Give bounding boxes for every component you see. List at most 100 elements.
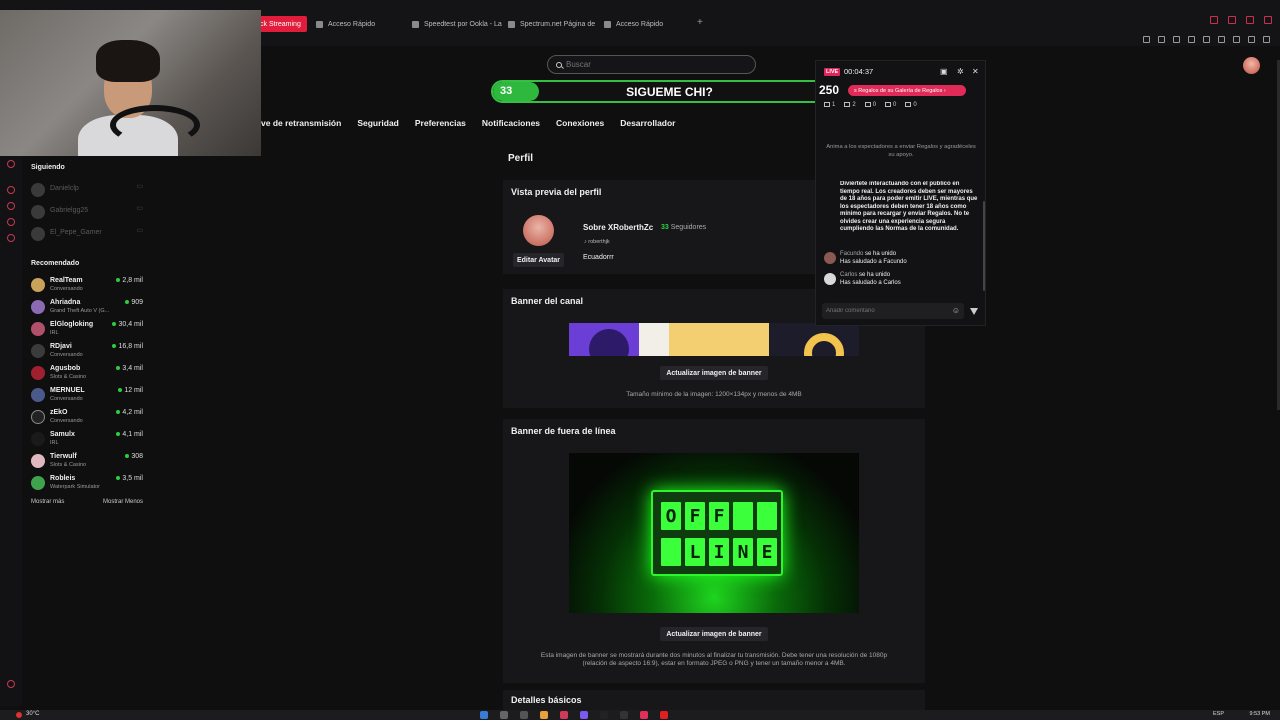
comment-box[interactable]: ☺ bbox=[822, 303, 964, 319]
settings-icon[interactable] bbox=[7, 234, 15, 242]
avatar bbox=[824, 252, 836, 264]
menu-icon[interactable] bbox=[1263, 36, 1270, 43]
list-item[interactable]: Samulx IRL 4,1 mil bbox=[31, 430, 143, 452]
play-icon[interactable] bbox=[1188, 36, 1195, 43]
tab-stream-key[interactable]: ve de retransmisión bbox=[261, 118, 341, 130]
new-tab-button[interactable]: + bbox=[697, 17, 703, 28]
settings-tabs: ve de retransmisión Seguridad Preferenci… bbox=[261, 118, 676, 130]
search-icon[interactable] bbox=[1210, 16, 1218, 24]
tab-streaming[interactable]: ck Streaming bbox=[254, 16, 307, 32]
search-input[interactable] bbox=[566, 60, 736, 69]
live-dot-icon bbox=[116, 476, 121, 481]
chat-scrollbar[interactable] bbox=[983, 201, 985, 291]
update-offline-banner-button[interactable]: Actualizar imagen de banner bbox=[660, 627, 768, 641]
tab-security[interactable]: Seguridad bbox=[357, 118, 399, 130]
list-item[interactable]: zEkO Conversando 4,2 mil bbox=[31, 408, 143, 430]
goal-target-overlay: 250 bbox=[819, 83, 840, 97]
search-icon[interactable] bbox=[500, 711, 508, 719]
emoji-icon[interactable]: ☺ bbox=[952, 306, 960, 315]
users-icon bbox=[824, 102, 830, 107]
user-avatar[interactable] bbox=[1243, 57, 1260, 74]
avatar bbox=[31, 300, 45, 314]
avatar bbox=[31, 227, 45, 241]
extensions-icon[interactable] bbox=[7, 202, 15, 210]
update-banner-button[interactable]: Actualizar imagen de banner bbox=[660, 366, 768, 380]
language-indicator[interactable]: ESP bbox=[1213, 711, 1224, 717]
stat-likes: 0 bbox=[905, 102, 917, 108]
tab-connections[interactable]: Conexiones bbox=[556, 118, 604, 130]
share-icon[interactable] bbox=[1248, 36, 1255, 43]
tab-icon[interactable] bbox=[1158, 36, 1165, 43]
history-icon[interactable] bbox=[7, 186, 15, 194]
webcam-overlay bbox=[0, 10, 261, 156]
stat-viewers: 1 bbox=[824, 102, 835, 108]
close-icon[interactable]: ✕ bbox=[972, 67, 979, 76]
list-item[interactable]: El_Pepe_Gamer ▭ bbox=[31, 225, 143, 247]
tab-acceso-rapido-2[interactable]: Acceso Rápido bbox=[604, 16, 663, 32]
screenshot-icon[interactable] bbox=[1173, 36, 1180, 43]
list-item[interactable]: Gabrielgg25 ▭ bbox=[31, 203, 143, 225]
tab-acceso-rapido[interactable]: Acceso Rápido bbox=[316, 16, 375, 32]
search-bar[interactable] bbox=[547, 55, 756, 74]
gift-gallery-banner[interactable]: s Regalos de su Galería de Regalos › bbox=[848, 85, 966, 96]
file-explorer-icon[interactable] bbox=[540, 711, 548, 719]
list-item[interactable]: Robleis Waterpark Simulator 3,5 mil bbox=[31, 474, 143, 496]
live-stats: 1 2 0 0 0 bbox=[824, 102, 917, 108]
offline-banner-title: Banner de fuera de línea bbox=[511, 426, 616, 436]
list-item[interactable]: Ahriadna Grand Theft Auto V (G... 909 bbox=[31, 298, 143, 320]
discord-icon[interactable] bbox=[580, 711, 588, 719]
tiktok-icon[interactable] bbox=[600, 711, 608, 719]
wallet-icon[interactable] bbox=[1233, 36, 1240, 43]
list-item[interactable]: RealTeam Conversando 2,8 mil bbox=[31, 276, 143, 298]
clock: 9:53 PM bbox=[1249, 711, 1270, 717]
browser-icon[interactable] bbox=[560, 711, 568, 719]
filter-icon[interactable] bbox=[970, 308, 978, 315]
tab-preferences[interactable]: Preferencias bbox=[415, 118, 466, 130]
list-item[interactable]: Tierwulf Slots & Casino 308 bbox=[31, 452, 143, 474]
list-item[interactable]: Agusbob Slots & Casino 3,4 mil bbox=[31, 364, 143, 386]
close-icon[interactable] bbox=[1264, 16, 1272, 24]
list-item[interactable]: Danielclp ▭ bbox=[31, 181, 143, 203]
list-item[interactable]: RDjavi Conversando 16,8 mil bbox=[31, 342, 143, 364]
task-view-icon[interactable] bbox=[520, 711, 528, 719]
twitch-icon[interactable] bbox=[7, 160, 15, 168]
list-item[interactable]: MERNUEL Conversando 12 mil bbox=[31, 386, 143, 408]
stat-shares: 0 bbox=[885, 102, 896, 108]
show-less-link[interactable]: Mostrar Menos bbox=[103, 499, 143, 505]
channel-banner-title: Banner del canal bbox=[511, 296, 584, 306]
tab-speedtest[interactable]: Speedtest por Ookla - La bbox=[412, 16, 502, 32]
gear-icon[interactable]: ✲ bbox=[957, 67, 964, 76]
tab-notifications[interactable]: Notificaciones bbox=[482, 118, 540, 130]
stat-gifts: 0 bbox=[864, 102, 876, 108]
bookmarks-icon[interactable] bbox=[7, 218, 15, 226]
live-badge: LIVE bbox=[824, 68, 841, 76]
tab-developer[interactable]: Desarrollador bbox=[620, 118, 675, 130]
maximize-icon[interactable] bbox=[1246, 16, 1254, 24]
avatar bbox=[31, 322, 45, 336]
list-item[interactable]: ElGlogloking IRL 30,4 mil bbox=[31, 320, 143, 342]
obs-icon[interactable] bbox=[620, 711, 628, 719]
windows-start-icon[interactable] bbox=[480, 711, 488, 719]
more-icon[interactable] bbox=[7, 680, 15, 688]
offline-hint-2: (relación de aspecto 16:9), estar en for… bbox=[582, 660, 846, 667]
minimize-icon[interactable] bbox=[1228, 16, 1236, 24]
basic-details-title: Detalles básicos bbox=[511, 695, 582, 705]
browser-side-rail bbox=[0, 156, 22, 706]
eye-icon bbox=[844, 102, 851, 107]
app-icon[interactable] bbox=[640, 711, 648, 719]
heart-icon[interactable] bbox=[1203, 36, 1210, 43]
comment-input[interactable] bbox=[826, 308, 946, 314]
download-icon[interactable] bbox=[1218, 36, 1225, 43]
bookmark-icon[interactable] bbox=[1143, 36, 1150, 43]
lock-icon[interactable]: ▣ bbox=[940, 67, 948, 76]
show-more-link[interactable]: Mostrar más bbox=[31, 499, 64, 505]
opera-icon[interactable] bbox=[660, 711, 668, 719]
weather-icon bbox=[16, 712, 22, 718]
gift-icon bbox=[864, 102, 871, 107]
stat-views: 2 bbox=[844, 102, 856, 108]
edit-avatar-button[interactable]: Editar Avatar bbox=[513, 253, 564, 267]
offline-row-2: L I N E bbox=[661, 538, 777, 566]
tab-spectrum[interactable]: Spectrum.net Página de bbox=[508, 16, 595, 32]
camera-icon: ▭ bbox=[136, 183, 143, 190]
follower-goal-bar: 33 SIGUEME CHI? 250 bbox=[491, 80, 848, 103]
